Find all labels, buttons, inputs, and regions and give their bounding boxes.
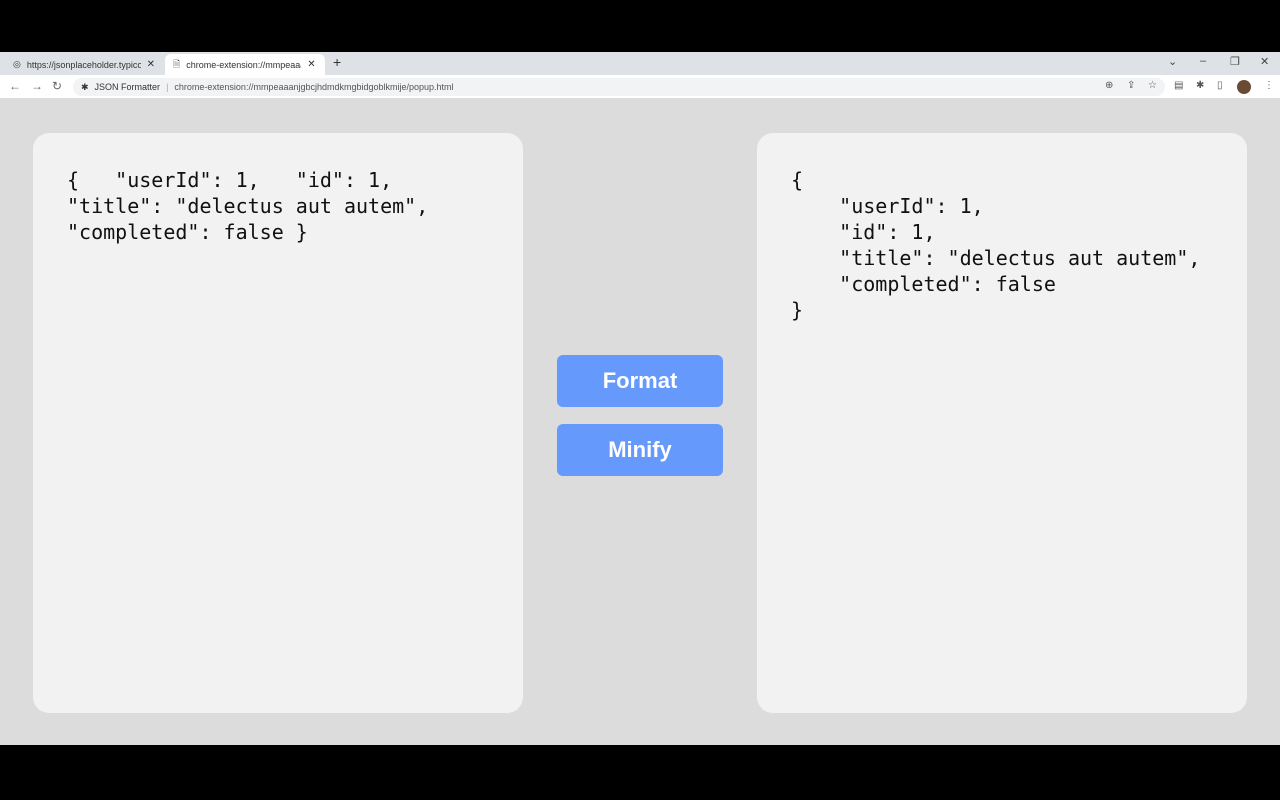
new-tab-button[interactable]: +	[333, 54, 341, 70]
forward-icon[interactable]: →	[31, 79, 43, 93]
tab-bar: ◎ https://jsonplaceholder.typicode.com/t…	[0, 52, 1280, 75]
minify-button[interactable]: Minify	[557, 424, 723, 476]
minimize-button[interactable]: –	[1200, 55, 1206, 67]
omnibox[interactable]: ✱ JSON Formatter | chrome-extension://mm…	[73, 78, 1165, 96]
url-text: chrome-extension://mmpeaaanjgbcjhdmdkmgb…	[174, 82, 454, 92]
output-panel: { "userId": 1, "id": 1, "title": "delect…	[757, 133, 1247, 713]
document-icon: 🗎	[173, 58, 181, 69]
menu-icon[interactable]: ⋮	[1264, 80, 1274, 91]
extension-name: JSON Formatter	[94, 82, 161, 92]
tab-jsonplaceholder[interactable]: ◎ https://jsonplaceholder.typicode.com/t…	[5, 54, 163, 75]
avatar[interactable]	[1237, 80, 1251, 94]
share-icon[interactable]: ⇪	[1127, 80, 1135, 91]
close-window-button[interactable]: ✕	[1260, 55, 1269, 68]
globe-icon: ◎	[13, 59, 21, 69]
star-icon[interactable]: ☆	[1148, 80, 1157, 91]
input-panel	[33, 133, 523, 713]
format-button[interactable]: Format	[557, 355, 723, 407]
close-tab-icon[interactable]: ✕	[147, 59, 155, 70]
puzzle-icon: ✱	[81, 81, 89, 92]
back-icon[interactable]: ←	[9, 79, 21, 93]
tab-extension-popup[interactable]: 🗎 chrome-extension://mmpeaaanjgbcjhdmdkm…	[165, 54, 325, 75]
json-extension-icon[interactable]: ▤	[1174, 80, 1183, 91]
reload-icon[interactable]: ↻	[52, 79, 62, 93]
json-output: { "userId": 1, "id": 1, "title": "delect…	[791, 168, 1201, 322]
popup-content: { "userId": 1, "id": 1, "title": "delect…	[0, 99, 1280, 745]
side-panel-icon[interactable]: ▯	[1217, 80, 1223, 91]
close-tab-icon[interactable]: ✕	[307, 59, 315, 70]
extensions-icon[interactable]: ✱	[1196, 80, 1204, 91]
tab-search-icon[interactable]: ⌄	[1168, 55, 1177, 68]
separator: |	[166, 82, 169, 92]
zoom-icon[interactable]: ⊕	[1105, 80, 1113, 91]
json-input[interactable]	[67, 167, 447, 667]
toolbar: ← → ↻ ✱ JSON Formatter | chrome-extensio…	[0, 75, 1280, 99]
restore-button[interactable]: ❐	[1230, 55, 1240, 68]
